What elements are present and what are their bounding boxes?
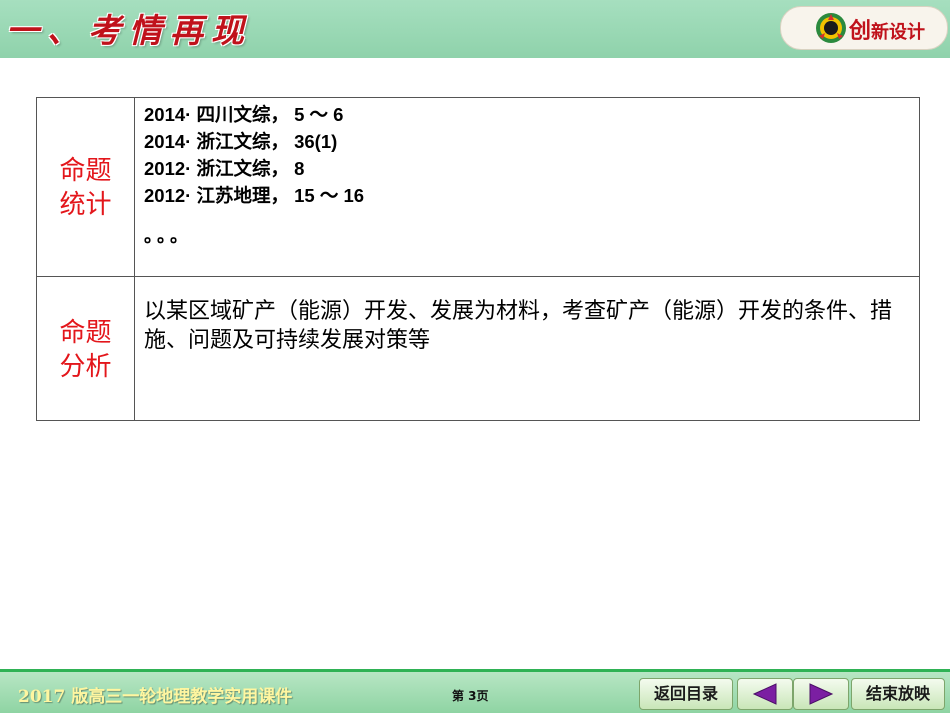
trailing-dots: 。。。 [144,226,192,247]
header-bar: 一、考情再现 创新设计 [0,0,950,58]
previous-slide-button[interactable] [737,678,793,710]
table-row-statistics: 命题 统计 2014· 四川文综， 5 ～ 6 2014· 浙江文综， 36(1… [36,97,920,277]
triangle-left-icon [752,683,777,705]
row-label-line: 分析 [59,350,112,381]
back-to-contents-button[interactable]: 返回目录 [639,678,733,710]
page-number: 第 3页 [452,689,489,703]
list-item: 2014· 浙江文综， 36(1) [144,131,338,152]
brand-text-rest: 新设计 [871,22,926,43]
course-title: 2017 版高三一轮地理教学实用课件 [18,687,293,707]
triangle-right-icon [809,683,834,705]
next-slide-button[interactable] [793,678,849,710]
list-item: 2012· 浙江文综， 8 [144,158,305,179]
brand-badge: 创新设计 [780,6,948,50]
statistics-list: 2014· 四川文综， 5 ～ 6 2014· 浙江文综， 36(1) 2012… [144,101,919,209]
page-title: 一、考情再现 [6,11,252,50]
row-label-analysis: 命题 分析 [36,276,135,421]
statistics-content: 2014· 四川文综， 5 ～ 6 2014· 浙江文综， 36(1) 2012… [134,97,920,277]
exam-info-table: 命题 统计 2014· 四川文综， 5 ～ 6 2014· 浙江文综， 36(1… [36,97,920,421]
row-label-line: 命题 [59,316,112,347]
list-item: 2012· 江苏地理， 15 ～ 16 [144,185,365,206]
table-row-analysis: 命题 分析 以某区域矿产（能源）开发、发展为材料，考查矿产（能源）开发的条件、措… [36,276,920,421]
analysis-content: 以某区域矿产（能源）开发、发展为材料，考查矿产（能源）开发的条件、措施、问题及可… [134,276,920,421]
brand-logo-icon [816,13,846,43]
analysis-text: 以某区域矿产（能源）开发、发展为材料，考查矿产（能源）开发的条件、措施、问题及可… [144,298,893,352]
end-show-button[interactable]: 结束放映 [851,678,945,710]
row-label-line: 统计 [59,189,112,219]
brand-text-big: 创 [849,18,872,44]
brand-text: 创新设计 [849,13,925,45]
row-label-line: 命题 [59,155,112,185]
list-item: 2014· 四川文综， 5 ～ 6 [144,104,344,125]
row-label-statistics: 命题 统计 [36,97,135,277]
